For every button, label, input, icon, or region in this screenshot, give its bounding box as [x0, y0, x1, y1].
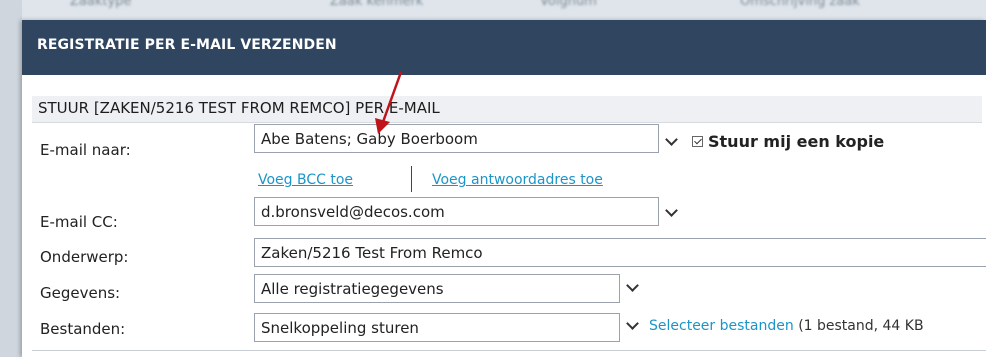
red-arrow-annotation	[375, 71, 403, 134]
